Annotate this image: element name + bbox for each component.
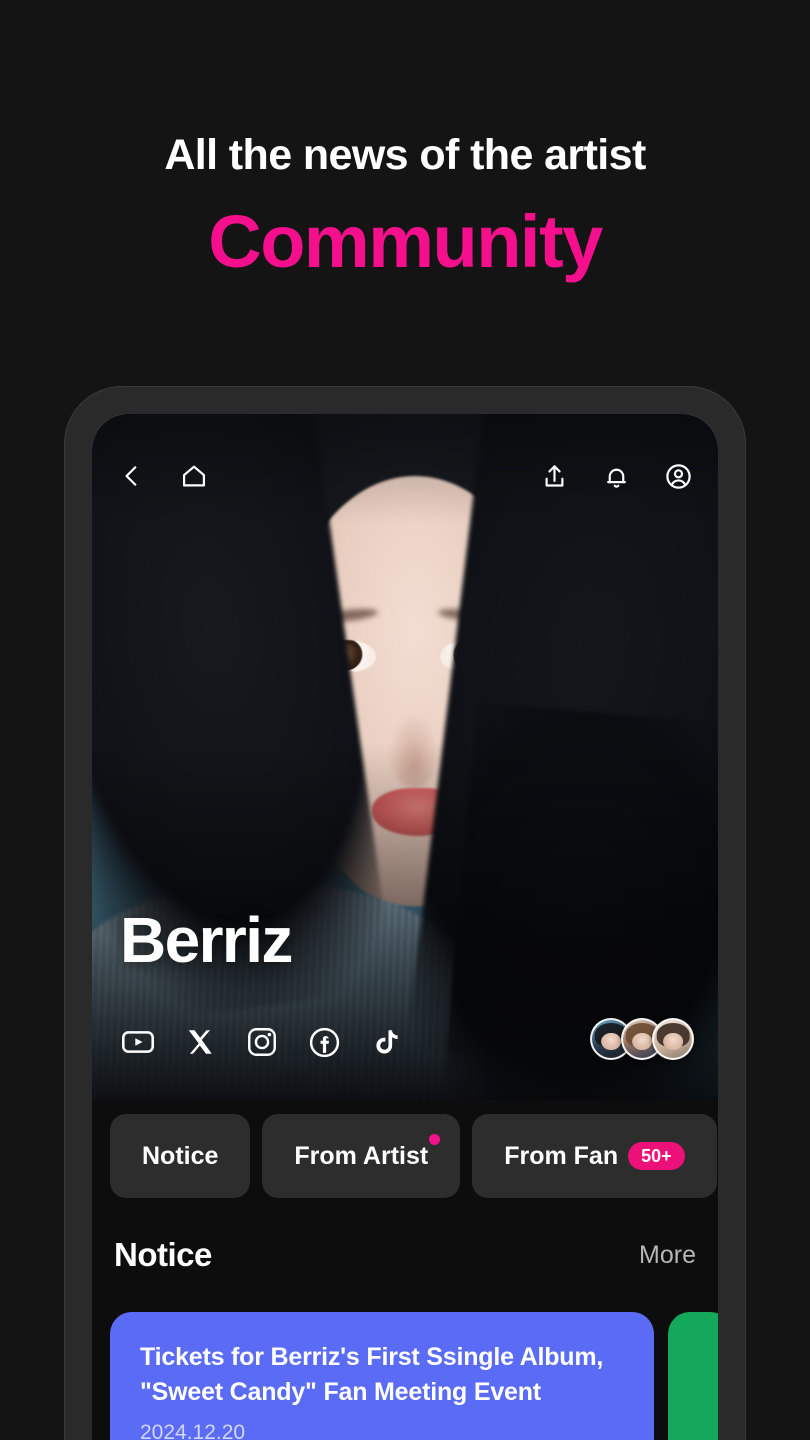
promo-subtitle: All the news of the artist — [164, 131, 646, 179]
promo-heading-block: All the news of the artist Community — [0, 131, 810, 284]
home-icon[interactable] — [176, 458, 212, 494]
tab-from-artist[interactable]: From Artist — [262, 1114, 461, 1198]
hero-gradient-overlay — [92, 414, 718, 1100]
tab-label: From Fan — [504, 1141, 619, 1170]
content-tabs: Notice From Artist From Fan 50+ — [92, 1114, 718, 1198]
artist-hero-banner: Berriz — [92, 414, 718, 1100]
tab-from-fan[interactable]: From Fan 50+ — [472, 1114, 717, 1198]
avatar[interactable] — [652, 1018, 694, 1060]
promo-page: All the news of the artist Community Ber… — [0, 0, 810, 1440]
notice-card-list: Tickets for Berriz's First Ssingle Album… — [92, 1312, 718, 1440]
member-avatars[interactable] — [590, 1018, 694, 1060]
promo-title: Community — [208, 200, 603, 284]
profile-icon[interactable] — [660, 458, 696, 494]
share-icon[interactable] — [536, 458, 572, 494]
phone-screen: Berriz Notice From Artist From Fan 50+ N… — [92, 414, 718, 1440]
instagram-icon[interactable] — [242, 1022, 282, 1062]
notice-card[interactable] — [668, 1312, 718, 1440]
youtube-icon[interactable] — [118, 1022, 158, 1062]
back-icon[interactable] — [114, 458, 150, 494]
artist-name: Berriz — [120, 904, 293, 976]
more-link[interactable]: More — [639, 1241, 696, 1270]
tab-count-badge: 50+ — [628, 1142, 685, 1170]
tiktok-icon[interactable] — [366, 1022, 406, 1062]
notice-card[interactable]: Tickets for Berriz's First Ssingle Album… — [110, 1312, 654, 1440]
tab-notice[interactable]: Notice — [110, 1114, 251, 1198]
phone-mockup: Berriz Notice From Artist From Fan 50+ N… — [64, 386, 746, 1440]
social-links-row — [118, 1022, 406, 1062]
notice-card-date: 2024.12.20 — [140, 1421, 246, 1440]
notification-bell-icon[interactable] — [598, 458, 634, 494]
notice-card-title: Tickets for Berriz's First Ssingle Album… — [140, 1343, 604, 1406]
tab-label: From Artist — [294, 1141, 429, 1170]
section-title: Notice — [114, 1236, 212, 1273]
facebook-icon[interactable] — [304, 1022, 344, 1062]
new-badge-dot-icon — [429, 1134, 441, 1145]
notice-section-header: Notice More — [92, 1236, 718, 1274]
tab-label: Notice — [142, 1141, 219, 1170]
app-topbar — [92, 452, 718, 500]
x-icon[interactable] — [180, 1022, 220, 1062]
